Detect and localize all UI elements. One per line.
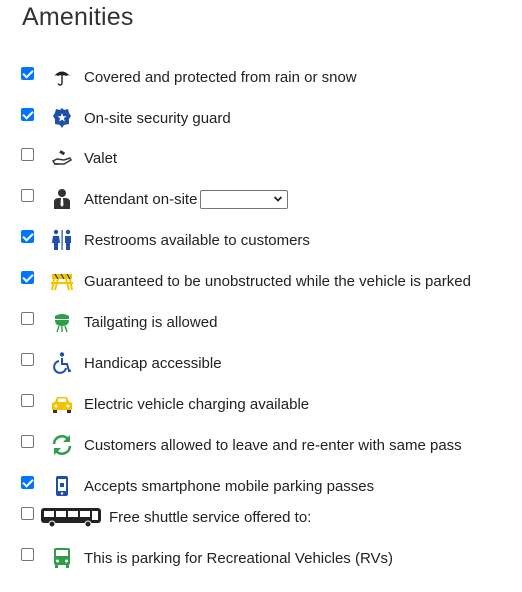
bus-icon	[40, 505, 102, 529]
amenity-label: Free shuttle service offered to:	[109, 508, 312, 526]
amenity-label: Tailgating is allowed	[84, 313, 218, 331]
amenity-shuttle[interactable]: Free shuttle service offered to:	[21, 505, 311, 529]
smartphone-icon	[51, 475, 73, 497]
car-icon	[51, 393, 73, 415]
amenity-label: Attendant on-site	[84, 190, 198, 208]
amenity-label: Customers allowed to leave and re-enter …	[84, 436, 462, 454]
amenity-label: Restrooms available to customers	[84, 231, 310, 249]
police-badge-icon	[51, 107, 73, 129]
grill-icon	[51, 311, 73, 333]
attendant-checkbox[interactable]	[21, 188, 34, 202]
attendant-icon	[51, 188, 73, 210]
covered-checkbox[interactable]	[21, 66, 34, 80]
smartphone-checkbox[interactable]	[21, 475, 34, 489]
amenity-attendant[interactable]: Attendant on-site	[21, 187, 289, 211]
attendant-select[interactable]	[200, 189, 289, 209]
amenity-rv[interactable]: This is parking for Recreational Vehicle…	[21, 546, 393, 570]
hand-key-icon	[51, 147, 73, 169]
security-checkbox[interactable]	[21, 107, 34, 121]
rv-checkbox[interactable]	[21, 547, 34, 561]
amenity-restrooms[interactable]: Restrooms available to customers	[21, 228, 310, 252]
amenity-tailgating[interactable]: Tailgating is allowed	[21, 310, 217, 334]
chevron-down-icon	[274, 195, 283, 202]
amenity-smartphone[interactable]: Accepts smartphone mobile parking passes	[21, 474, 374, 498]
unobstructed-checkbox[interactable]	[21, 270, 34, 284]
tailgating-checkbox[interactable]	[21, 311, 34, 325]
amenity-label: This is parking for Recreational Vehicle…	[84, 549, 394, 567]
amenity-label: Handicap accessible	[84, 354, 222, 372]
amenity-label: Accepts smartphone mobile parking passes	[84, 477, 375, 495]
amenity-label: Covered and protected from rain or snow	[84, 68, 357, 86]
amenity-unobstructed[interactable]: Guaranteed to be unobstructed while the …	[21, 269, 471, 293]
amenity-label: Valet	[84, 149, 118, 167]
reentry-checkbox[interactable]	[21, 434, 34, 448]
restrooms-checkbox[interactable]	[21, 229, 34, 243]
amenities-form: Amenities Covered and protected from rai…	[0, 0, 522, 592]
handicap-checkbox[interactable]	[21, 352, 34, 366]
amenity-covered[interactable]: Covered and protected from rain or snow	[21, 65, 357, 89]
rv-icon	[51, 547, 73, 569]
shuttle-checkbox[interactable]	[21, 506, 34, 520]
amenity-label: On-site security guard	[84, 109, 231, 127]
valet-checkbox[interactable]	[21, 147, 34, 161]
umbrella-icon	[51, 66, 73, 88]
restroom-icon	[51, 229, 73, 251]
amenity-ev-charging[interactable]: Electric vehicle charging available	[21, 392, 309, 416]
amenity-label: Guaranteed to be unobstructed while the …	[84, 272, 471, 290]
amenity-handicap[interactable]: Handicap accessible	[21, 351, 222, 375]
wheelchair-icon	[51, 352, 73, 374]
refresh-icon	[51, 434, 73, 456]
barricade-icon	[51, 270, 73, 292]
amenity-reentry[interactable]: Customers allowed to leave and re-enter …	[21, 433, 462, 457]
ev-charging-checkbox[interactable]	[21, 393, 34, 407]
amenity-security[interactable]: On-site security guard	[21, 106, 231, 130]
page-title: Amenities	[22, 3, 134, 31]
amenity-valet[interactable]: Valet	[21, 146, 117, 170]
amenity-label: Electric vehicle charging available	[84, 395, 310, 413]
